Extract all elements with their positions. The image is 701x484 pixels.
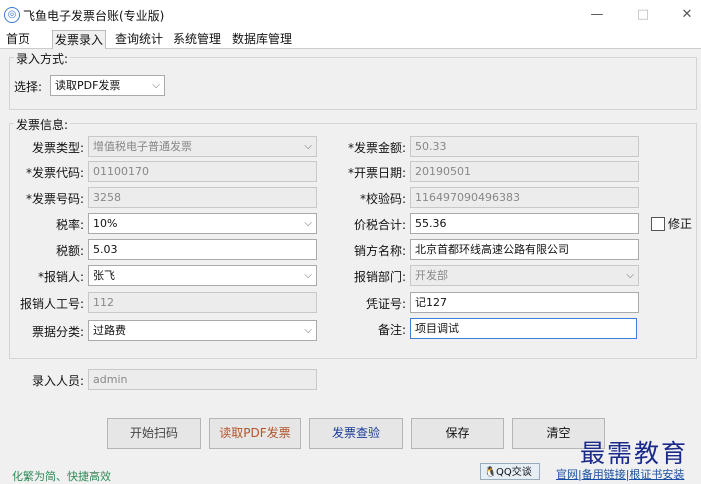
invoice-code-label: *发票代码:: [25, 166, 84, 180]
tab-query-stats[interactable]: 查询统计: [113, 30, 165, 48]
voucher-field[interactable]: 记127: [410, 292, 639, 313]
tax-amount-field[interactable]: 5.03: [88, 239, 317, 260]
dept-label: 报销部门:: [353, 270, 406, 284]
start-scan-button[interactable]: 开始扫码: [107, 418, 201, 449]
dept-value: 开发部: [415, 269, 448, 282]
tax-rate-label: 税率:: [55, 218, 84, 232]
reimburser-id-label: 报销人工号:: [19, 297, 84, 311]
slogan-text: 化繁为简、快捷高效: [12, 470, 111, 483]
tab-database-admin[interactable]: 数据库管理: [230, 30, 294, 48]
invoice-check-button[interactable]: 发票查验: [309, 418, 403, 449]
chevron-down-icon: ⌵: [304, 218, 312, 229]
correct-label: 修正: [668, 217, 693, 231]
invoice-code-field: 01100170: [88, 161, 317, 182]
window-title: 飞鱼电子发票台账(专业版): [23, 9, 165, 23]
category-value: 过路费: [93, 324, 126, 337]
seller-label: 销方名称:: [353, 244, 406, 258]
penguin-icon: 🐧: [484, 467, 497, 478]
date-label: *开票日期:: [347, 166, 406, 180]
reimburser-label: *报销人:: [37, 270, 84, 284]
tax-amount-label: 税额:: [55, 244, 84, 258]
chevron-down-icon: ⌵: [304, 141, 312, 152]
operator-field: admin: [88, 369, 317, 390]
amount-field: 50.33: [410, 136, 639, 157]
read-pdf-button[interactable]: 读取PDF发票: [209, 418, 301, 449]
tax-rate-select[interactable]: 10% ⌵: [88, 213, 317, 234]
tax-rate-value: 10%: [93, 217, 118, 230]
reimburser-select[interactable]: 张飞 ⌵: [88, 265, 317, 286]
invoice-type-label: 发票类型:: [31, 141, 84, 155]
operator-label: 录入人员:: [31, 374, 84, 388]
entry-mode-group-label: 录入方式:: [14, 50, 71, 67]
tab-system-admin[interactable]: 系统管理: [171, 30, 223, 48]
chevron-down-icon: ⌵: [304, 270, 312, 281]
qq-chat-button[interactable]: 🐧QQ交谈: [480, 463, 540, 480]
reimburser-id-field: 112: [88, 292, 317, 313]
total-label: 价税合计:: [353, 218, 406, 232]
total-field[interactable]: 55.36: [410, 213, 639, 234]
chevron-down-icon: ⌵: [304, 325, 312, 336]
reimburser-value: 张飞: [93, 269, 115, 282]
maximize-button[interactable]: □: [628, 4, 658, 26]
date-field: 20190501: [410, 161, 639, 182]
category-label: 票据分类:: [31, 325, 84, 339]
correct-checkbox[interactable]: [651, 217, 665, 231]
app-icon: ◎: [4, 7, 20, 23]
seller-field[interactable]: 北京首都环线高速公路有限公司: [410, 239, 639, 260]
qq-chat-label: QQ交谈: [496, 467, 532, 478]
remark-label: 备注:: [377, 323, 406, 337]
amount-label: *发票金额:: [347, 141, 406, 155]
check-code-label: *校验码:: [359, 192, 406, 206]
minimize-button[interactable]: —: [582, 4, 612, 26]
close-button[interactable]: ✕: [672, 4, 701, 26]
invoice-type-value: 增值税电子普通发票: [93, 140, 192, 153]
tab-invoice-entry[interactable]: 发票录入: [52, 30, 107, 49]
invoice-number-field: 3258: [88, 187, 317, 208]
chevron-down-icon: ⌵: [626, 270, 634, 281]
entry-mode-select[interactable]: 读取PDF发票 ⌵: [50, 75, 165, 96]
voucher-label: 凭证号:: [365, 297, 406, 311]
category-select[interactable]: 过路费 ⌵: [88, 320, 317, 341]
tab-home[interactable]: 首页: [4, 30, 32, 48]
save-button[interactable]: 保存: [411, 418, 504, 449]
check-code-field: 116497090496383: [410, 187, 639, 208]
remark-field[interactable]: 项目调试: [410, 318, 637, 339]
chevron-down-icon: ⌵: [152, 80, 160, 91]
invoice-type-select: 增值税电子普通发票 ⌵: [88, 136, 317, 157]
invoice-number-label: *发票号码:: [25, 192, 84, 206]
select-label: 选择:: [14, 80, 43, 94]
watermark-text: 最需教育: [580, 439, 689, 468]
invoice-info-group-label: 发票信息:: [14, 116, 71, 133]
dept-select: 开发部 ⌵: [410, 265, 639, 286]
entry-mode-value: 读取PDF发票: [55, 79, 121, 92]
